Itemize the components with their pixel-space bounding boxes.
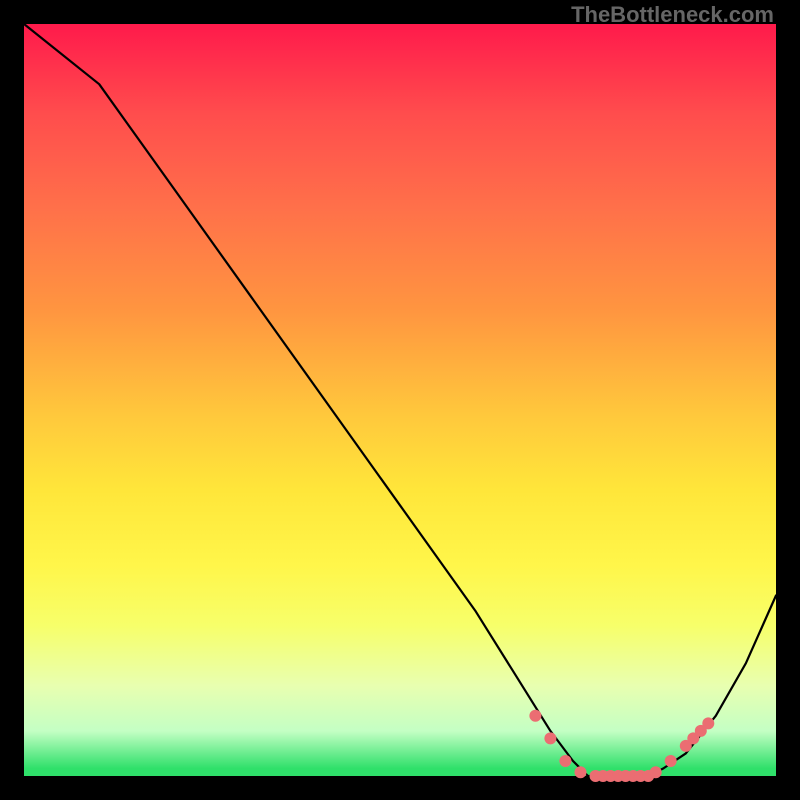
marker-dot — [702, 717, 714, 729]
bottleneck-curve — [24, 24, 776, 776]
curve-svg — [24, 24, 776, 776]
marker-dot — [650, 766, 662, 778]
chart-frame: TheBottleneck.com — [0, 0, 800, 800]
marker-dot — [575, 766, 587, 778]
plot-area — [24, 24, 776, 776]
marker-dot — [529, 710, 541, 722]
marker-dot — [665, 755, 677, 767]
marker-dot — [559, 755, 571, 767]
marker-dot — [544, 732, 556, 744]
marker-dot-group — [529, 710, 714, 782]
